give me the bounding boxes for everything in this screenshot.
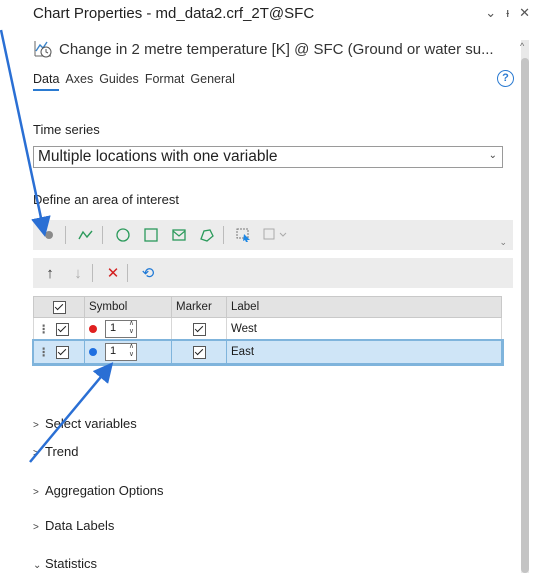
time-series-select[interactable]: Multiple locations with one variable ⌄ bbox=[33, 146, 503, 168]
select-all-header[interactable] bbox=[33, 296, 85, 318]
symbol-color-dot[interactable] bbox=[89, 348, 97, 356]
marker-column-header: Marker bbox=[171, 296, 227, 318]
symbol-color-dot[interactable] bbox=[89, 325, 97, 333]
row-label[interactable]: East bbox=[226, 340, 502, 364]
select-features-icon[interactable] bbox=[232, 223, 256, 247]
scroll-up-icon[interactable]: ^ bbox=[520, 41, 524, 51]
marker-checkbox[interactable] bbox=[192, 322, 206, 336]
size-stepper[interactable]: 1 ∧ ∨ bbox=[105, 343, 137, 361]
tab-data[interactable]: Data bbox=[33, 72, 60, 91]
close-icon[interactable]: ✕ bbox=[519, 5, 530, 21]
drag-handle-icon[interactable]: ⋮ bbox=[38, 347, 50, 359]
window-title: Chart Properties - md_data2.crf_2T@SFC bbox=[33, 5, 315, 22]
chevron-right-icon: > bbox=[33, 522, 39, 533]
section-aggregation-options[interactable]: > Aggregation Options bbox=[33, 483, 164, 498]
polygon-tool-icon[interactable] bbox=[195, 223, 219, 247]
marker-checkbox[interactable] bbox=[192, 345, 206, 359]
toolbar-separator bbox=[223, 226, 224, 244]
tab-axes[interactable]: Axes bbox=[65, 72, 93, 91]
stepper-arrows-icon[interactable]: ∧ ∨ bbox=[129, 343, 134, 359]
help-icon[interactable]: ? bbox=[497, 70, 514, 87]
section-statistics[interactable]: ⌄ Statistics bbox=[33, 556, 97, 571]
toolbar-separator bbox=[92, 264, 93, 282]
toolbar-separator bbox=[102, 226, 103, 244]
chart-name-row: Change in 2 metre temperature [K] @ SFC … bbox=[33, 37, 513, 61]
row-label[interactable]: West bbox=[226, 317, 502, 341]
row-toolbar: ↑ ↓ ✕ ⟲ bbox=[33, 258, 513, 288]
area-of-interest-label: Define an area of interest bbox=[33, 192, 179, 207]
size-stepper[interactable]: 1 ∧ ∨ bbox=[105, 320, 137, 338]
symbol-column-header: Symbol bbox=[84, 296, 172, 318]
tab-guides[interactable]: Guides bbox=[99, 72, 139, 91]
line-chart-icon bbox=[34, 41, 52, 58]
move-up-icon[interactable]: ↑ bbox=[39, 262, 61, 284]
pin-icon[interactable]: ᵻ bbox=[506, 5, 509, 21]
tab-format[interactable]: Format bbox=[145, 72, 185, 91]
time-series-label: Time series bbox=[33, 122, 100, 137]
window-buttons: ⌄ ᵻ ✕ bbox=[485, 5, 530, 21]
section-select-variables[interactable]: > Select variables bbox=[33, 416, 137, 431]
chevron-right-icon: > bbox=[33, 420, 39, 431]
toolbar-separator bbox=[65, 226, 66, 244]
section-trend[interactable]: > Trend bbox=[33, 444, 78, 459]
select-all-checkbox[interactable] bbox=[52, 300, 66, 314]
chevron-down-icon: ⌄ bbox=[488, 150, 497, 161]
row-checkbox[interactable] bbox=[55, 323, 69, 337]
row-checkbox[interactable] bbox=[55, 346, 69, 360]
circle-tool-icon[interactable] bbox=[111, 223, 135, 247]
rectangle-tool-icon[interactable] bbox=[139, 223, 163, 247]
stepper-arrows-icon[interactable]: ∧ ∨ bbox=[129, 320, 134, 336]
table-row[interactable]: ⋮ 1 ∧ ∨ East bbox=[31, 338, 504, 366]
chevron-right-icon: > bbox=[33, 448, 39, 459]
tab-general[interactable]: General bbox=[190, 72, 234, 91]
toolbar-overflow-icon[interactable]: ⌄ bbox=[499, 237, 507, 248]
property-tabs: Data Axes Guides Format General bbox=[33, 72, 235, 91]
reset-icon[interactable]: ⟲ bbox=[137, 262, 159, 284]
dropdown-icon[interactable]: ⌄ bbox=[485, 5, 496, 21]
table-row[interactable]: ⋮ 1 ∧ ∨ West bbox=[33, 317, 502, 341]
series-table: Symbol Marker Label ⋮ 1 ∧ ∨ West ⋮ 1 ∧ ∨ Eas… bbox=[31, 296, 504, 366]
chart-title: Change in 2 metre temperature [K] @ SFC … bbox=[59, 40, 494, 58]
scrollbar-thumb[interactable] bbox=[521, 58, 529, 573]
section-data-labels[interactable]: > Data Labels bbox=[33, 518, 114, 533]
chevron-down-icon: ⌄ bbox=[33, 560, 42, 571]
polyline-tool-icon[interactable] bbox=[74, 223, 98, 247]
time-series-value: Multiple locations with one variable bbox=[38, 148, 278, 165]
toolbar-separator bbox=[127, 264, 128, 282]
title-bar: Chart Properties - md_data2.crf_2T@SFC ⌄… bbox=[0, 0, 536, 26]
drag-handle-icon[interactable]: ⋮ bbox=[38, 324, 50, 336]
table-header: Symbol Marker Label bbox=[33, 296, 502, 318]
import-features-icon[interactable] bbox=[260, 223, 292, 247]
delete-icon[interactable]: ✕ bbox=[102, 262, 124, 284]
envelope-tool-icon[interactable] bbox=[167, 223, 191, 247]
label-column-header: Label bbox=[226, 296, 502, 318]
point-tool-icon[interactable] bbox=[37, 223, 61, 247]
chevron-right-icon: > bbox=[33, 487, 39, 498]
drawing-toolbar: ⌄ bbox=[33, 220, 513, 250]
move-down-icon[interactable]: ↓ bbox=[67, 262, 89, 284]
